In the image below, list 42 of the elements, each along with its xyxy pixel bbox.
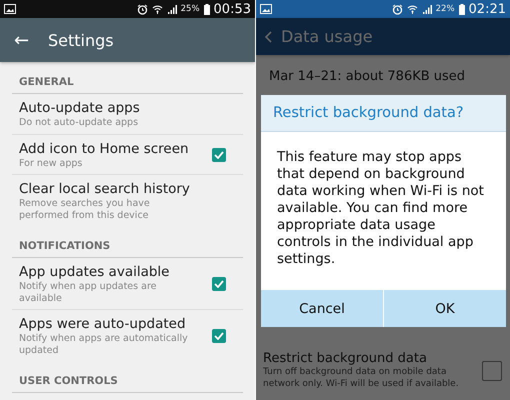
battery-icon [204,4,210,14]
dialog-button[interactable]: Cancel [261,290,383,327]
setting-title[interactable]: Auto-update apps [19,100,236,117]
wifi-icon [406,4,418,14]
setting-title[interactable]: Restrict background data [263,351,476,366]
checkbox[interactable] [212,148,226,162]
alarm-icon [136,4,148,14]
battery-level: 22% [436,4,455,14]
signal-icon [422,4,432,14]
battery-icon [458,4,465,14]
setting-title[interactable]: Clear local search history [19,181,236,198]
screen-title: Settings [48,30,114,50]
dialog-message: This feature may stop apps that depend on background data working when Wi-Fi is not available. You can find more appropriate data usage controls in the individual app settings. [276,148,485,269]
usage-summary: Mar 14–21: about 786KB used [269,69,466,84]
section-header: NOTIFICATIONS [19,240,110,252]
checkbox[interactable] [212,329,226,343]
section-header: GENERAL [19,76,74,88]
dialog-button[interactable]: OK [384,290,506,327]
battery-level: 25% [180,4,200,14]
setting-description: For new apps [19,158,84,169]
clock-time: 00:53 [214,2,251,16]
setting-title[interactable]: Add icon to Home screen [19,140,212,158]
checkbox[interactable] [482,360,502,380]
setting-description: Remove searches you have performed from this device [19,198,151,221]
section-header: USER CONTROLS [19,375,118,387]
signal-icon [166,4,177,14]
setting-description: Notify when app updates are available [19,281,158,304]
dialog-title: Restrict background data? [261,95,506,132]
image-icon [4,4,16,14]
alarm-icon [392,4,403,14]
clock-time: 02:21 [468,2,506,16]
image-icon [260,4,272,14]
setting-description: Notify when apps are automatically updated [19,333,189,356]
setting-description: Turn off background data on mobile data network only. Wi-Fi will be used if available. [263,366,460,390]
checkbox[interactable] [212,277,226,291]
setting-description: Do not auto-update apps [19,117,140,128]
back-button[interactable]: ← [14,30,48,50]
wifi-icon [152,4,163,14]
setting-title[interactable]: Apps were auto-updated [19,316,212,333]
back-chevron-icon[interactable] [265,30,272,42]
screen-title: Data usage [281,27,373,46]
setting-title[interactable]: App updates available [19,264,212,281]
